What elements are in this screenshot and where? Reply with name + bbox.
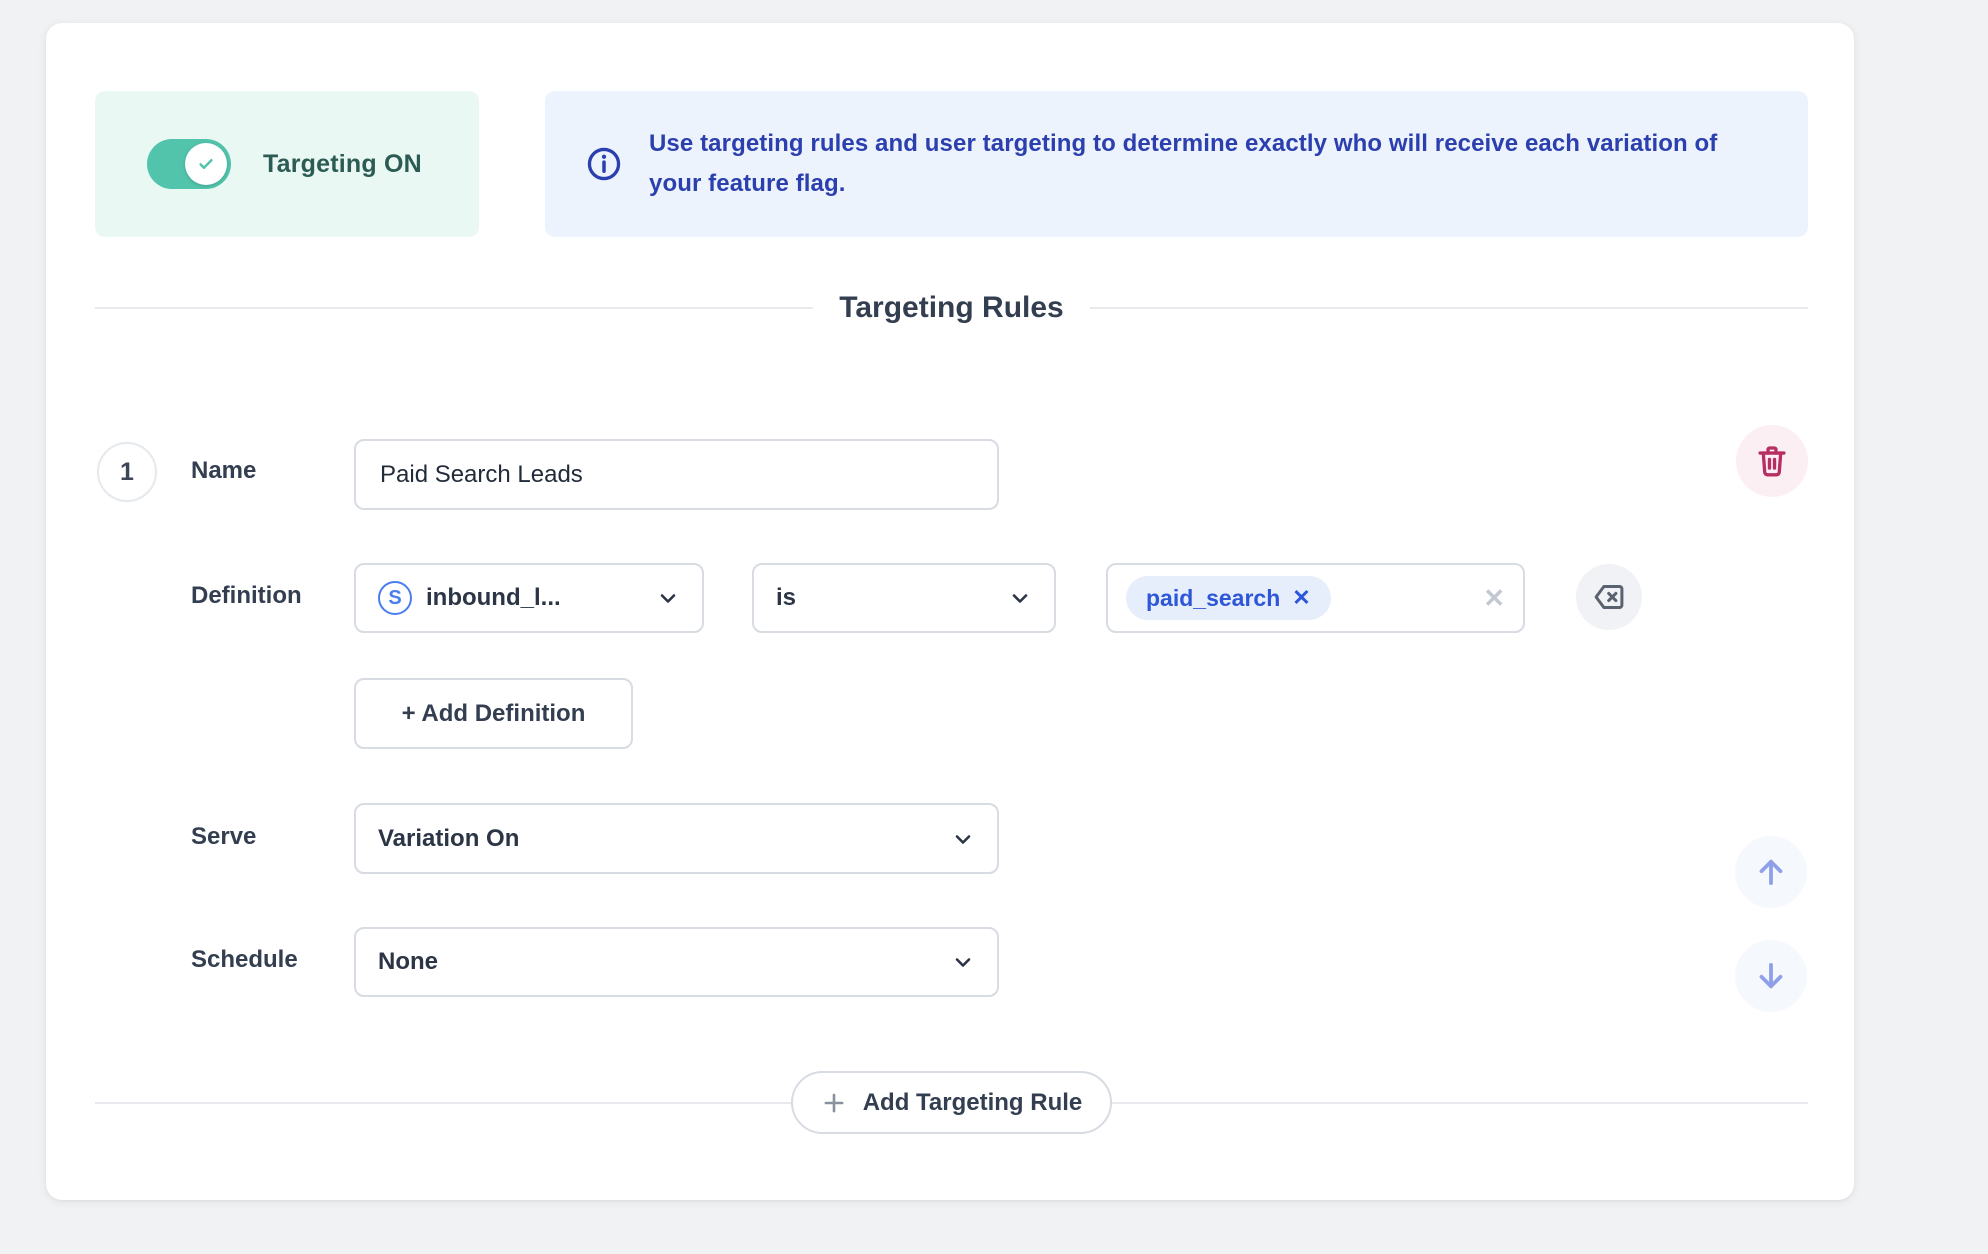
schedule-dropdown[interactable]: None — [354, 927, 999, 997]
targeting-card: Targeting ON Use targeting rules and use… — [46, 23, 1854, 1200]
chevron-down-icon — [951, 827, 975, 851]
targeting-toggle[interactable] — [147, 139, 231, 189]
serve-dropdown-value: Variation On — [378, 825, 939, 853]
values-input[interactable]: paid_search ✕ ✕ — [1106, 563, 1525, 633]
remove-definition-button[interactable] — [1576, 564, 1642, 630]
backspace-icon — [1591, 579, 1627, 615]
check-icon — [196, 154, 216, 174]
schedule-dropdown-value: None — [378, 948, 939, 976]
info-banner: Use targeting rules and user targeting t… — [545, 91, 1808, 237]
arrow-up-icon — [1752, 853, 1790, 891]
definition-label: Definition — [191, 582, 302, 610]
value-chip-label: paid_search — [1146, 585, 1280, 612]
rule-index-badge: 1 — [97, 442, 157, 502]
delete-rule-button[interactable] — [1736, 425, 1808, 497]
chevron-down-icon — [1008, 586, 1032, 610]
rule-name-input[interactable] — [354, 439, 999, 510]
property-dropdown-value: inbound_l... — [426, 584, 644, 612]
remove-value-icon[interactable]: ✕ — [1292, 585, 1310, 611]
add-targeting-rule-button[interactable]: Add Targeting Rule — [791, 1071, 1112, 1134]
add-definition-button[interactable]: + Add Definition — [354, 678, 633, 749]
add-targeting-rule-label: Add Targeting Rule — [863, 1089, 1083, 1117]
arrow-down-icon — [1752, 957, 1790, 995]
chevron-down-icon — [656, 586, 680, 610]
trash-icon — [1753, 442, 1791, 480]
toggle-knob — [185, 143, 227, 185]
name-label: Name — [191, 457, 256, 485]
targeting-toggle-panel: Targeting ON — [95, 91, 479, 237]
info-banner-text: Use targeting rules and user targeting t… — [649, 124, 1768, 204]
move-rule-up-button[interactable] — [1735, 836, 1807, 908]
property-dropdown[interactable]: S inbound_l... — [354, 563, 704, 633]
divider-right — [1090, 307, 1808, 309]
plus-icon — [821, 1090, 847, 1116]
comparator-dropdown-value: is — [776, 584, 996, 612]
info-icon — [585, 145, 623, 183]
serve-dropdown[interactable]: Variation On — [354, 803, 999, 874]
move-rule-down-button[interactable] — [1735, 940, 1807, 1012]
targeting-status-label: Targeting ON — [263, 150, 422, 179]
comparator-dropdown[interactable]: is — [752, 563, 1056, 633]
serve-label: Serve — [191, 823, 256, 851]
schedule-label: Schedule — [191, 946, 298, 974]
chevron-down-icon — [951, 950, 975, 974]
string-type-icon: S — [378, 581, 412, 615]
value-chip: paid_search ✕ — [1126, 576, 1331, 620]
section-heading-row: Targeting Rules — [95, 285, 1808, 331]
section-title: Targeting Rules — [813, 291, 1089, 325]
clear-values-icon[interactable]: ✕ — [1483, 583, 1505, 614]
divider-left — [95, 307, 813, 309]
